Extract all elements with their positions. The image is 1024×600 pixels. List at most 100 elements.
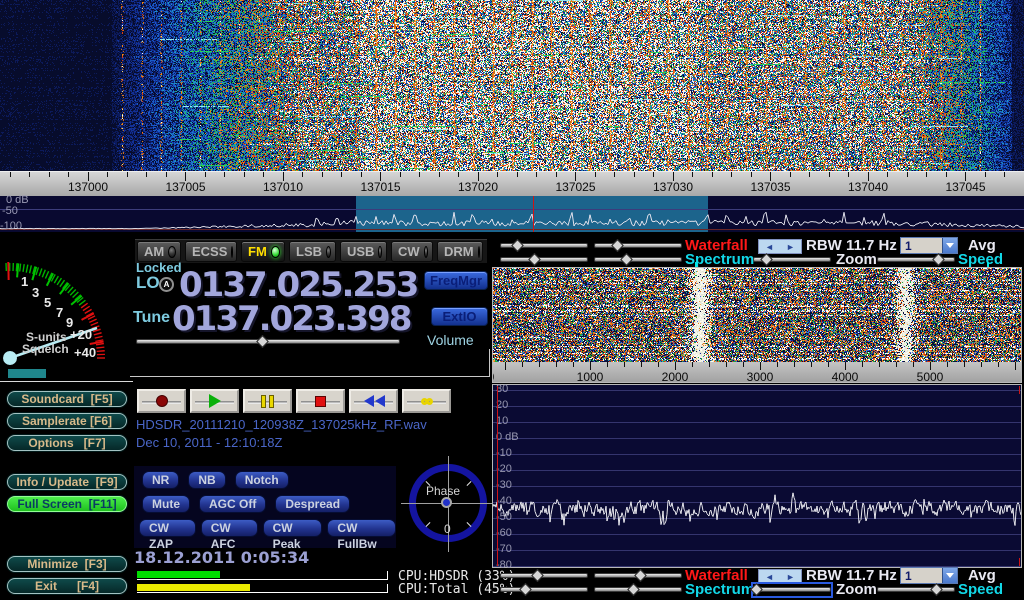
scale-tick bbox=[907, 172, 908, 177]
dsp-button-nr[interactable]: NR bbox=[142, 471, 179, 489]
rewind-button[interactable] bbox=[349, 389, 398, 413]
dsp-button-mute[interactable]: Mute bbox=[142, 495, 190, 513]
waterfall-shift-spinner[interactable]: ◄ ► bbox=[758, 569, 802, 584]
dsp-button-despread[interactable]: Despread bbox=[275, 495, 350, 513]
mode-button-strip: AMECSSFMLSBUSBCW DRM bbox=[135, 239, 487, 263]
scale-label: 5000 bbox=[917, 370, 944, 382]
avg-select-value: 1 bbox=[901, 238, 942, 253]
speed-label: Speed bbox=[958, 581, 1003, 598]
speed-slider[interactable] bbox=[877, 254, 955, 266]
audio-spectrum-display[interactable] bbox=[493, 385, 1021, 567]
scale-tick bbox=[624, 362, 625, 367]
phase-center-dot bbox=[441, 497, 452, 508]
overview-spectrum-display[interactable] bbox=[0, 196, 1024, 232]
minimize-button[interactable]: Minimize [F3] bbox=[7, 556, 127, 572]
waterfall-contrast-slider[interactable] bbox=[594, 240, 682, 252]
exit-button[interactable]: Exit [F4] bbox=[7, 578, 127, 594]
dropdown-arrow-icon[interactable] bbox=[942, 238, 957, 253]
dsp-button-cw-peak[interactable]: CW Peak bbox=[263, 519, 323, 537]
spectrum-gain-slider[interactable] bbox=[500, 254, 588, 266]
speed-slider[interactable] bbox=[877, 584, 955, 596]
avg-select[interactable]: 1 bbox=[900, 567, 958, 584]
right-arrow-icon[interactable]: ► bbox=[786, 572, 795, 582]
scale-tick bbox=[790, 172, 791, 177]
stop-button[interactable] bbox=[296, 389, 345, 413]
pause-button[interactable] bbox=[243, 389, 292, 413]
mode-button-drm[interactable]: DRM bbox=[437, 241, 483, 262]
options-button[interactable]: Options [F7] bbox=[7, 435, 127, 451]
tune-frequency-value[interactable]: 0137.023.398 bbox=[172, 302, 410, 336]
samplerate-button[interactable]: Samplerate [F6] bbox=[7, 413, 127, 429]
scale-tick bbox=[590, 362, 591, 370]
mode-button-fm[interactable]: FM bbox=[241, 241, 285, 262]
db-scale-label: -100 bbox=[0, 220, 22, 232]
phase-label: Phase bbox=[426, 484, 460, 498]
dsp-button-cw-afc[interactable]: CW AFC bbox=[201, 519, 258, 537]
spectrum-offset-slider[interactable] bbox=[594, 584, 682, 596]
loop-button[interactable] bbox=[402, 389, 451, 413]
pause-icon bbox=[261, 395, 274, 408]
left-arrow-icon[interactable]: ◄ bbox=[765, 572, 774, 582]
main-waterfall-display[interactable] bbox=[0, 0, 1024, 171]
scale-tick bbox=[964, 362, 965, 367]
right-arrow-icon[interactable]: ► bbox=[786, 242, 795, 252]
record-button[interactable] bbox=[137, 389, 186, 413]
dsp-button-agc-off[interactable]: AGC Off bbox=[199, 495, 266, 513]
dropdown-arrow-icon[interactable] bbox=[942, 568, 957, 583]
squelch-level-bar[interactable] bbox=[8, 369, 46, 378]
mode-button-cw[interactable]: CW bbox=[391, 241, 433, 262]
db-scale-label: -10 bbox=[496, 447, 512, 459]
waterfall-shift-spinner[interactable]: ◄ ► bbox=[758, 239, 802, 254]
left-arrow-icon[interactable]: ◄ bbox=[765, 242, 774, 252]
info-update-button[interactable]: Info / Update [F9] bbox=[7, 474, 127, 490]
mode-button-lsb[interactable]: LSB bbox=[289, 241, 336, 262]
scale-tick bbox=[998, 362, 999, 367]
waterfall-contrast-slider[interactable] bbox=[594, 570, 682, 582]
volume-slider[interactable] bbox=[136, 336, 400, 348]
frequency-scale[interactable]: 1370001370051370101370151370201370251370… bbox=[0, 171, 1024, 196]
scale-tick bbox=[926, 172, 927, 177]
mode-button-label: DRM bbox=[444, 244, 474, 259]
scale-tick bbox=[879, 362, 880, 367]
mode-button-usb[interactable]: USB bbox=[340, 241, 387, 262]
lo-auto-badge[interactable]: A bbox=[159, 277, 174, 292]
zoom-slider[interactable] bbox=[753, 584, 831, 596]
divider-line bbox=[0, 381, 133, 382]
db-scale-label: -20 bbox=[496, 463, 512, 475]
dsp-button-notch[interactable]: Notch bbox=[235, 471, 289, 489]
mode-button-am[interactable]: AM bbox=[137, 241, 181, 262]
display-control-bar-top: Waterfall ◄ ► RBW 11.7 Hz 1 Avg Spectrum… bbox=[490, 237, 1024, 267]
scale-label: 137005 bbox=[165, 180, 205, 194]
waterfall-brightness-slider[interactable] bbox=[500, 240, 588, 252]
soundcard-button[interactable]: Soundcard [F5] bbox=[7, 391, 127, 407]
avg-select[interactable]: 1 bbox=[900, 237, 958, 254]
scale-tick bbox=[712, 172, 713, 177]
scale-tick bbox=[896, 362, 897, 367]
audio-frequency-scale[interactable]: 010002000300040005000 bbox=[493, 362, 1021, 382]
mode-button-ecss[interactable]: ECSS bbox=[185, 241, 237, 262]
dsp-button-cw-zap[interactable]: CW ZAP bbox=[139, 519, 196, 537]
scale-tick bbox=[536, 172, 537, 177]
scale-tick bbox=[828, 362, 829, 367]
freqmgr-button[interactable]: FreqMgr bbox=[424, 271, 488, 290]
scale-tick bbox=[322, 172, 323, 177]
zoom-slider[interactable] bbox=[753, 254, 831, 266]
spectrum-offset-slider[interactable] bbox=[594, 254, 682, 266]
spectrum-gain-slider[interactable] bbox=[500, 584, 588, 596]
scale-tick bbox=[794, 362, 795, 367]
scale-tick bbox=[439, 172, 440, 177]
scale-tick bbox=[641, 362, 642, 367]
extio-button[interactable]: ExtIO bbox=[431, 307, 488, 326]
dsp-button-nb[interactable]: NB bbox=[188, 471, 225, 489]
mode-led-indicator bbox=[231, 246, 233, 258]
fullscreen-button[interactable]: Full Screen [F11] bbox=[7, 496, 127, 512]
slider-thumb[interactable] bbox=[256, 335, 269, 348]
waterfall-brightness-slider[interactable] bbox=[500, 570, 588, 582]
scale-label: 137015 bbox=[360, 180, 400, 194]
dsp-button-cw-fullbw[interactable]: CW FullBw bbox=[327, 519, 396, 537]
audio-waterfall-display[interactable] bbox=[493, 268, 1021, 362]
lo-frequency-value[interactable]: 0137.025.253 bbox=[179, 268, 417, 302]
play-button[interactable] bbox=[190, 389, 239, 413]
scale-tick bbox=[751, 172, 752, 177]
avg-select-value: 1 bbox=[901, 568, 942, 583]
